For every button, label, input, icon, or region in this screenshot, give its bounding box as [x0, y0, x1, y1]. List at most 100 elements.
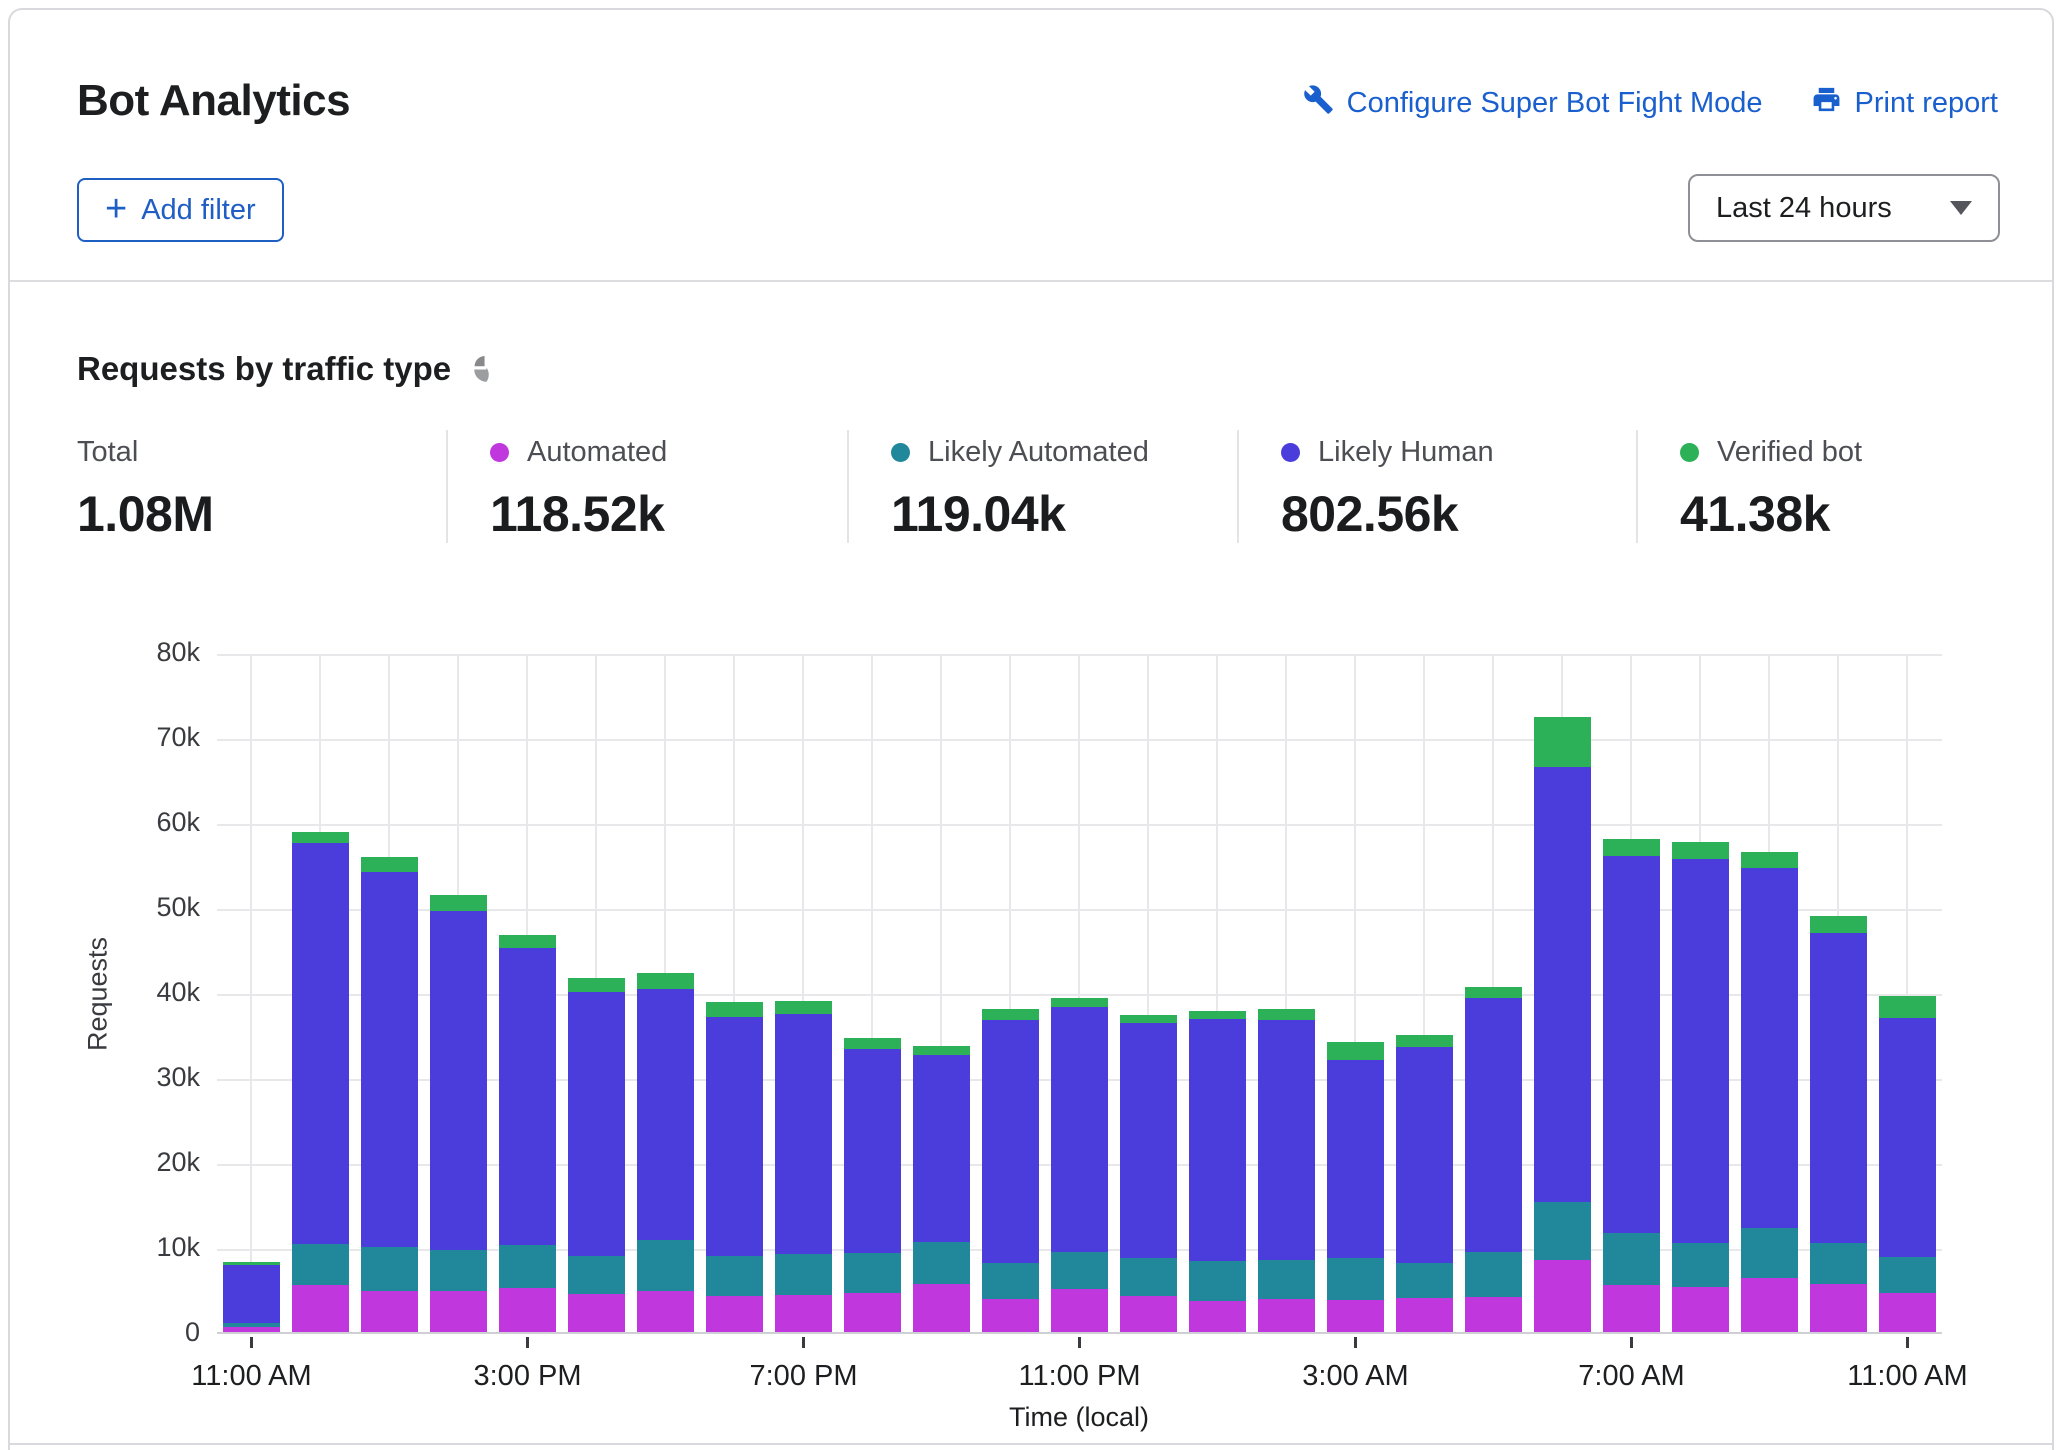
bar-segment: [706, 1017, 763, 1256]
bar-21-800am[interactable]: [1666, 654, 1735, 1332]
stat-value: 41.38k: [1680, 485, 2021, 543]
bar-segment: [223, 1265, 280, 1323]
analytics-card: Bot Analytics Configure Super Bot Fight …: [8, 8, 2054, 1450]
bar-2-100pm[interactable]: [355, 654, 424, 1332]
stat-label: Automated: [527, 436, 667, 469]
printer-icon: [1811, 84, 1842, 123]
bar-17-400am[interactable]: [1390, 654, 1459, 1332]
bar-segment: [982, 1263, 1039, 1299]
stat-dot-2: [891, 443, 910, 462]
bar-segment: [1603, 1233, 1660, 1285]
bottom-divider: [8, 1443, 2054, 1445]
stacked-bar: [1534, 717, 1591, 1332]
bar-13-1200am[interactable]: [1114, 654, 1183, 1332]
x-tick-label: 11:00 PM: [1019, 1360, 1141, 1393]
page-title: Bot Analytics: [77, 76, 350, 126]
bar-18-500am[interactable]: [1459, 654, 1528, 1332]
x-tick: [1630, 1337, 1633, 1348]
stacked-bar: [706, 1002, 763, 1332]
print-link-label: Print report: [1855, 87, 1998, 120]
bar-segment: [1603, 839, 1660, 856]
bar-segment: [1051, 1007, 1108, 1252]
stacked-bar: [499, 935, 556, 1332]
bar-12-1100pm[interactable]: [1045, 654, 1114, 1332]
bar-segment: [1258, 1020, 1315, 1260]
add-filter-button[interactable]: + Add filter: [77, 178, 284, 242]
stacked-bar: [775, 1001, 832, 1332]
bar-segment: [1879, 996, 1936, 1017]
stacked-bar: [913, 1046, 970, 1332]
bar-15-200am[interactable]: [1252, 654, 1321, 1332]
bar-10-900pm[interactable]: [907, 654, 976, 1332]
bar-segment: [568, 978, 625, 992]
bar-7-600pm[interactable]: [700, 654, 769, 1332]
bar-14-100am[interactable]: [1183, 654, 1252, 1332]
bar-16-300am[interactable]: [1321, 654, 1390, 1332]
bar-9-800pm[interactable]: [838, 654, 907, 1332]
bar-segment: [913, 1046, 970, 1055]
bar-segment: [1051, 1252, 1108, 1289]
bar-segment: [637, 1291, 694, 1332]
bar-segment: [982, 1009, 1039, 1020]
wrench-icon: [1303, 84, 1334, 123]
bar-segment: [1051, 1289, 1108, 1332]
bar-0-1100am[interactable]: [217, 654, 286, 1332]
bar-4-300pm[interactable]: [493, 654, 562, 1332]
bar-5-400pm[interactable]: [562, 654, 631, 1332]
y-axis-labels: 010k20k30k40k50k60k70k80k: [10, 654, 200, 1334]
bar-11-1000pm[interactable]: [976, 654, 1045, 1332]
time-range-select[interactable]: Last 24 hours: [1688, 174, 2000, 242]
y-tick-label: 50k: [156, 892, 200, 923]
x-tick: [802, 1337, 805, 1348]
stacked-bar: [1396, 1035, 1453, 1332]
bar-segment: [1189, 1261, 1246, 1302]
bar-segment: [430, 1291, 487, 1332]
bar-23-1000am[interactable]: [1804, 654, 1873, 1332]
stat-card-verified-bot[interactable]: Verified bot 41.38k: [1636, 430, 2021, 543]
stat-card-likely-automated[interactable]: Likely Automated 119.04k: [847, 430, 1237, 543]
y-tick-label: 80k: [156, 637, 200, 668]
bar-segment: [292, 832, 349, 843]
header-actions: Configure Super Bot Fight Mode Print rep…: [1303, 84, 1998, 123]
bar-1-1200pm[interactable]: [286, 654, 355, 1332]
bar-segment: [568, 1294, 625, 1332]
bar-segment: [1396, 1263, 1453, 1298]
bar-segment: [1534, 767, 1591, 1202]
stacked-bar: [982, 1009, 1039, 1332]
stacked-bar: [1465, 987, 1522, 1332]
x-tick-label: 11:00 AM: [191, 1360, 311, 1393]
bar-segment: [1879, 1018, 1936, 1258]
bar-8-700pm[interactable]: [769, 654, 838, 1332]
bar-22-900am[interactable]: [1735, 654, 1804, 1332]
bar-segment: [1534, 1260, 1591, 1332]
bar-segment: [1741, 1228, 1798, 1278]
bar-24-1100am[interactable]: [1873, 654, 1942, 1332]
y-tick-label: 0: [185, 1317, 200, 1348]
y-tick-label: 60k: [156, 807, 200, 838]
bar-segment: [1120, 1023, 1177, 1258]
bar-segment: [1465, 1252, 1522, 1297]
bar-3-200pm[interactable]: [424, 654, 493, 1332]
stat-value: 118.52k: [490, 485, 847, 543]
stat-value: 119.04k: [891, 485, 1237, 543]
bar-segment: [1258, 1299, 1315, 1332]
stats-row: Total 1.08M Automated 118.52k Likely Aut…: [77, 430, 2021, 543]
configure-super-bot-fight-mode-link[interactable]: Configure Super Bot Fight Mode: [1303, 84, 1763, 123]
bar-20-700am[interactable]: [1597, 654, 1666, 1332]
print-report-link[interactable]: Print report: [1811, 84, 1998, 123]
bar-19-600am[interactable]: [1528, 654, 1597, 1332]
bar-segment: [361, 872, 418, 1247]
bar-segment: [430, 895, 487, 911]
stat-card-automated[interactable]: Automated 118.52k: [446, 430, 847, 543]
bar-6-500pm[interactable]: [631, 654, 700, 1332]
bar-segment: [844, 1253, 901, 1293]
bar-segment: [1534, 717, 1591, 767]
stat-label: Verified bot: [1717, 436, 1862, 469]
x-tick-label: 3:00 AM: [1302, 1360, 1408, 1393]
stacked-bar: [637, 973, 694, 1332]
stat-card-likely-human[interactable]: Likely Human 802.56k: [1237, 430, 1636, 543]
stat-dot-4: [1680, 443, 1699, 462]
bar-segment: [1672, 842, 1729, 858]
bar-segment: [1189, 1011, 1246, 1020]
bar-segment: [1672, 1243, 1729, 1287]
